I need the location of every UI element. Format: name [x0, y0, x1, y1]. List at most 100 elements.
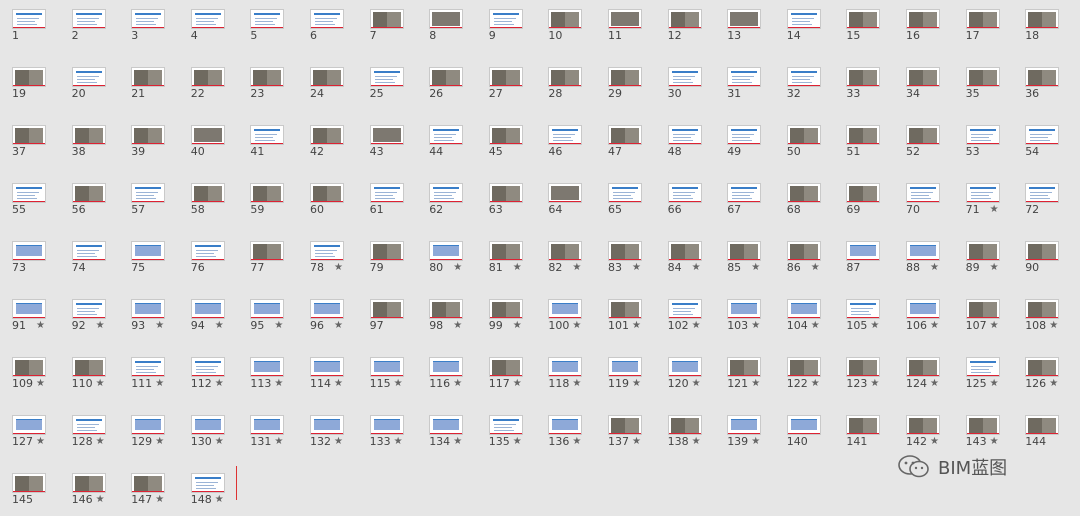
slide-thumbnail-123[interactable]: 123 ★: [834, 348, 892, 392]
slide-thumbnail-139[interactable]: 139 ★: [715, 406, 773, 450]
slide-thumbnail-38[interactable]: 38: [60, 116, 118, 160]
slide-thumbnail-49[interactable]: 49: [715, 116, 773, 160]
slide-thumbnail-81[interactable]: 81 ★: [477, 232, 535, 276]
slide-thumbnail-31[interactable]: 31: [715, 58, 773, 102]
slide-thumbnail-116[interactable]: 116 ★: [417, 348, 475, 392]
slide-thumbnail-43[interactable]: 43: [358, 116, 416, 160]
slide-thumbnail-124[interactable]: 124 ★: [894, 348, 952, 392]
slide-thumbnail-12[interactable]: 12: [656, 0, 714, 44]
slide-thumbnail-30[interactable]: 30: [656, 58, 714, 102]
slide-thumbnail-9[interactable]: 9: [477, 0, 535, 44]
slide-thumbnail-131[interactable]: 131 ★: [238, 406, 296, 450]
slide-thumbnail-5[interactable]: 5: [238, 0, 296, 44]
slide-thumbnail-36[interactable]: 36: [1013, 58, 1071, 102]
slide-thumbnail-68[interactable]: 68: [775, 174, 833, 218]
slide-thumbnail-95[interactable]: 95 ★: [238, 290, 296, 334]
slide-thumbnail-86[interactable]: 86 ★: [775, 232, 833, 276]
slide-thumbnail-146[interactable]: 146 ★: [60, 464, 118, 508]
slide-thumbnail-42[interactable]: 42: [298, 116, 356, 160]
slide-thumbnail-132[interactable]: 132 ★: [298, 406, 356, 450]
slide-thumbnail-28[interactable]: 28: [536, 58, 594, 102]
slide-thumbnail-44[interactable]: 44: [417, 116, 475, 160]
slide-thumbnail-133[interactable]: 133 ★: [358, 406, 416, 450]
slide-thumbnail-107[interactable]: 107 ★: [954, 290, 1012, 334]
slide-thumbnail-6[interactable]: 6: [298, 0, 356, 44]
slide-thumbnail-39[interactable]: 39: [119, 116, 177, 160]
slide-thumbnail-50[interactable]: 50: [775, 116, 833, 160]
slide-thumbnail-60[interactable]: 60: [298, 174, 356, 218]
slide-thumbnail-25[interactable]: 25: [358, 58, 416, 102]
slide-thumbnail-55[interactable]: 55: [0, 174, 58, 218]
slide-thumbnail-76[interactable]: 76: [179, 232, 237, 276]
slide-thumbnail-102[interactable]: 102 ★: [656, 290, 714, 334]
slide-thumbnail-37[interactable]: 37: [0, 116, 58, 160]
slide-thumbnail-85[interactable]: 85 ★: [715, 232, 773, 276]
slide-thumbnail-27[interactable]: 27: [477, 58, 535, 102]
slide-thumbnail-122[interactable]: 122 ★: [775, 348, 833, 392]
slide-thumbnail-83[interactable]: 83 ★: [596, 232, 654, 276]
slide-thumbnail-97[interactable]: 97: [358, 290, 416, 334]
slide-thumbnail-33[interactable]: 33: [834, 58, 892, 102]
slide-thumbnail-138[interactable]: 138 ★: [656, 406, 714, 450]
slide-thumbnail-114[interactable]: 114 ★: [298, 348, 356, 392]
slide-thumbnail-120[interactable]: 120 ★: [656, 348, 714, 392]
slide-thumbnail-84[interactable]: 84 ★: [656, 232, 714, 276]
slide-thumbnail-112[interactable]: 112 ★: [179, 348, 237, 392]
slide-thumbnail-141[interactable]: 141: [834, 406, 892, 450]
slide-thumbnail-135[interactable]: 135 ★: [477, 406, 535, 450]
slide-thumbnail-78[interactable]: 78 ★: [298, 232, 356, 276]
slide-thumbnail-63[interactable]: 63: [477, 174, 535, 218]
slide-thumbnail-101[interactable]: 101 ★: [596, 290, 654, 334]
slide-thumbnail-93[interactable]: 93 ★: [119, 290, 177, 334]
slide-thumbnail-1[interactable]: 1: [0, 0, 58, 44]
slide-thumbnail-69[interactable]: 69: [834, 174, 892, 218]
slide-thumbnail-105[interactable]: 105 ★: [834, 290, 892, 334]
slide-thumbnail-87[interactable]: 87: [834, 232, 892, 276]
slide-thumbnail-23[interactable]: 23: [238, 58, 296, 102]
slide-thumbnail-62[interactable]: 62: [417, 174, 475, 218]
slide-thumbnail-65[interactable]: 65: [596, 174, 654, 218]
slide-thumbnail-134[interactable]: 134 ★: [417, 406, 475, 450]
slide-thumbnail-40[interactable]: 40: [179, 116, 237, 160]
slide-thumbnail-52[interactable]: 52: [894, 116, 952, 160]
slide-thumbnail-90[interactable]: 90: [1013, 232, 1071, 276]
slide-thumbnail-18[interactable]: 18: [1013, 0, 1071, 44]
slide-thumbnail-56[interactable]: 56: [60, 174, 118, 218]
slide-thumbnail-136[interactable]: 136 ★: [536, 406, 594, 450]
slide-thumbnail-88[interactable]: 88 ★: [894, 232, 952, 276]
slide-thumbnail-67[interactable]: 67: [715, 174, 773, 218]
slide-thumbnail-126[interactable]: 126 ★: [1013, 348, 1071, 392]
slide-thumbnail-45[interactable]: 45: [477, 116, 535, 160]
slide-thumbnail-80[interactable]: 80 ★: [417, 232, 475, 276]
slide-thumbnail-140[interactable]: 140: [775, 406, 833, 450]
slide-thumbnail-26[interactable]: 26: [417, 58, 475, 102]
slide-thumbnail-2[interactable]: 2: [60, 0, 118, 44]
slide-thumbnail-7[interactable]: 7: [358, 0, 416, 44]
slide-thumbnail-11[interactable]: 11: [596, 0, 654, 44]
slide-thumbnail-35[interactable]: 35: [954, 58, 1012, 102]
slide-thumbnail-142[interactable]: 142 ★: [894, 406, 952, 450]
slide-thumbnail-19[interactable]: 19: [0, 58, 58, 102]
slide-thumbnail-79[interactable]: 79: [358, 232, 416, 276]
slide-thumbnail-82[interactable]: 82 ★: [536, 232, 594, 276]
slide-thumbnail-147[interactable]: 147 ★: [119, 464, 177, 508]
slide-thumbnail-24[interactable]: 24: [298, 58, 356, 102]
slide-thumbnail-130[interactable]: 130 ★: [179, 406, 237, 450]
slide-thumbnail-117[interactable]: 117 ★: [477, 348, 535, 392]
slide-thumbnail-137[interactable]: 137 ★: [596, 406, 654, 450]
slide-thumbnail-15[interactable]: 15: [834, 0, 892, 44]
slide-thumbnail-106[interactable]: 106 ★: [894, 290, 952, 334]
slide-thumbnail-48[interactable]: 48: [656, 116, 714, 160]
slide-thumbnail-8[interactable]: 8: [417, 0, 475, 44]
slide-thumbnail-20[interactable]: 20: [60, 58, 118, 102]
slide-thumbnail-54[interactable]: 54: [1013, 116, 1071, 160]
slide-thumbnail-143[interactable]: 143 ★: [954, 406, 1012, 450]
slide-thumbnail-99[interactable]: 99 ★: [477, 290, 535, 334]
slide-thumbnail-121[interactable]: 121 ★: [715, 348, 773, 392]
slide-thumbnail-127[interactable]: 127 ★: [0, 406, 58, 450]
slide-thumbnail-64[interactable]: 64: [536, 174, 594, 218]
slide-thumbnail-129[interactable]: 129 ★: [119, 406, 177, 450]
slide-thumbnail-59[interactable]: 59: [238, 174, 296, 218]
slide-thumbnail-113[interactable]: 113 ★: [238, 348, 296, 392]
slide-thumbnail-144[interactable]: 144: [1013, 406, 1071, 450]
